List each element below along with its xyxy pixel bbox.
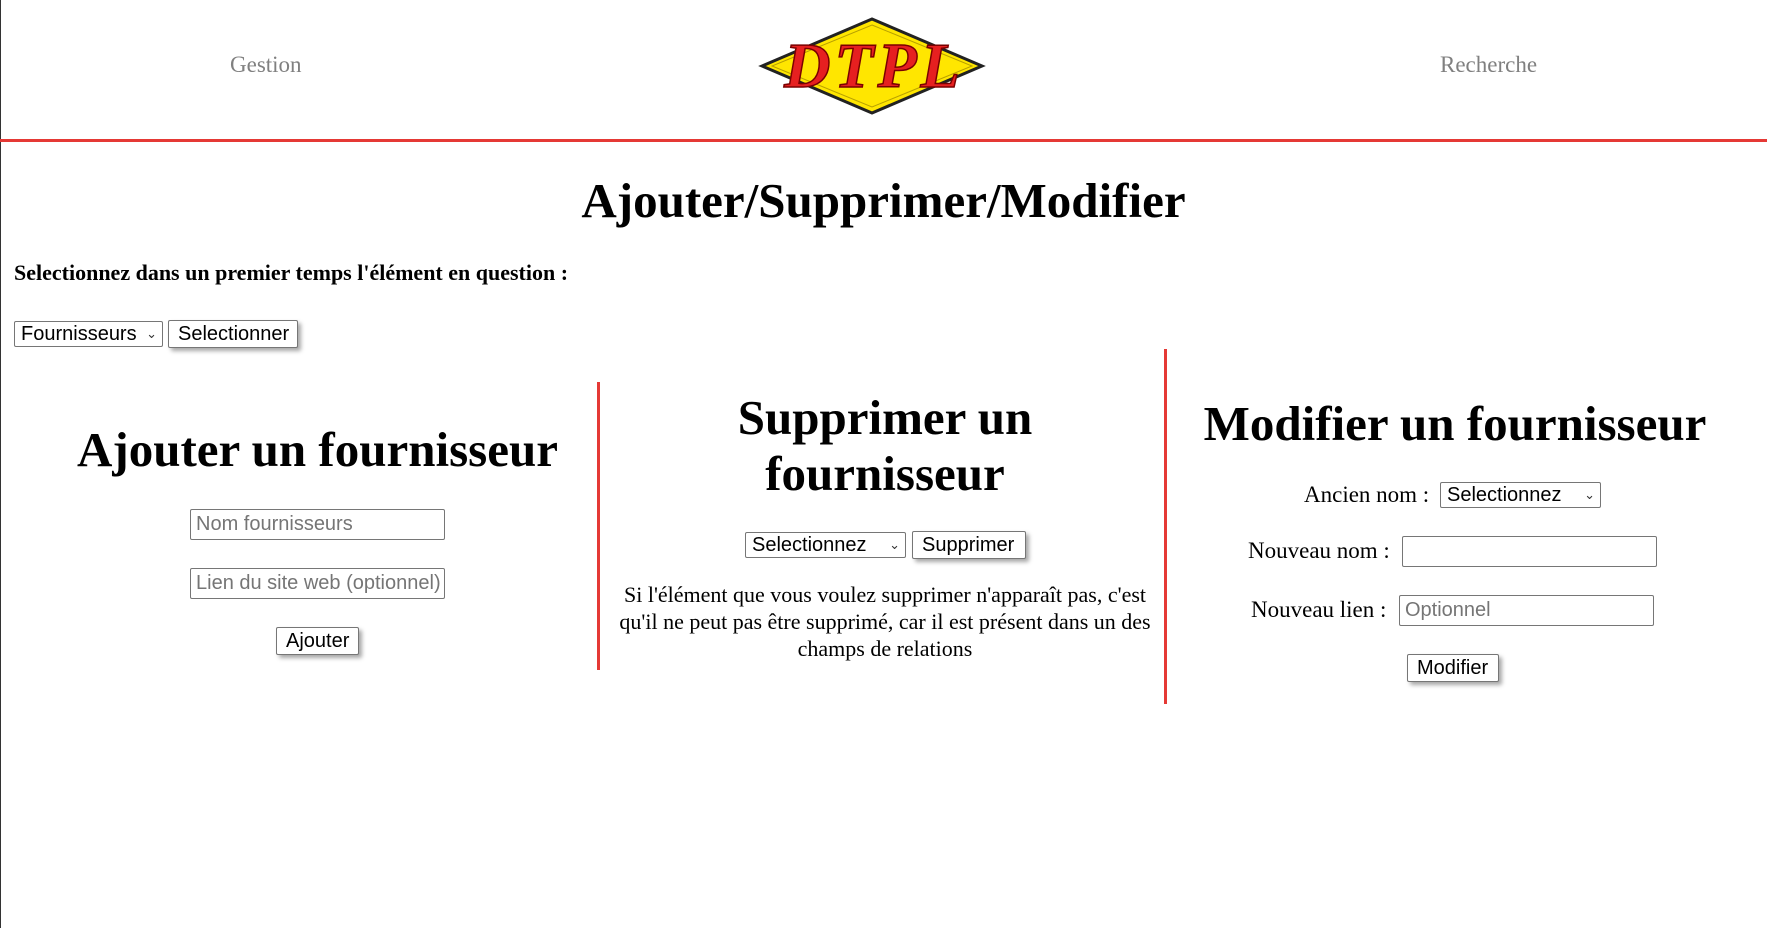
element-type-select[interactable]: Fournisseurs ⌄ — [14, 321, 163, 347]
modify-button[interactable]: Modifier — [1407, 654, 1499, 682]
logo-text: DTPL — [783, 30, 964, 101]
dtpl-logo[interactable]: DTPL — [758, 17, 986, 115]
page-title: Ajouter/Supprimer/Modifier — [581, 173, 1186, 228]
section-divider-right — [1164, 349, 1167, 704]
delete-item-select-value: Selectionnez — [752, 534, 867, 556]
modify-section-title: Modifier un fournisseur — [1203, 396, 1707, 451]
old-name-select-value: Selectionnez — [1447, 484, 1562, 506]
delete-button[interactable]: Supprimer — [912, 531, 1026, 559]
header: Gestion DTPL Recherche — [0, 0, 1767, 140]
add-button[interactable]: Ajouter — [276, 627, 359, 655]
select-element-button[interactable]: Selectionner — [168, 320, 298, 348]
new-name-input[interactable] — [1402, 536, 1657, 567]
header-divider — [0, 139, 1767, 142]
old-name-select[interactable]: Selectionnez ⌄ — [1440, 482, 1601, 508]
instruction-text: Selectionnez dans un premier temps l'élé… — [14, 260, 569, 285]
website-link-placeholder: Lien du site web (optionnel) — [196, 572, 441, 594]
delete-item-select[interactable]: Selectionnez ⌄ — [745, 532, 906, 558]
delete-section-title: Supprimer un fournisseur — [600, 390, 1170, 502]
website-link-input[interactable]: Lien du site web (optionnel) — [190, 568, 445, 599]
delete-section-title-line1: Supprimer un — [737, 390, 1033, 445]
delete-info-note: Si l'élément que vous voulez supprimer n… — [619, 582, 1151, 661]
element-type-select-value: Fournisseurs — [21, 323, 137, 345]
new-link-placeholder: Optionnel — [1405, 599, 1491, 621]
supplier-name-placeholder: Nom fournisseurs — [196, 513, 353, 535]
new-link-input[interactable]: Optionnel — [1399, 595, 1654, 626]
new-name-label: Nouveau nom : — [1248, 538, 1390, 563]
nav-recherche-link[interactable]: Recherche — [1440, 52, 1537, 78]
nav-gestion-link[interactable]: Gestion — [230, 52, 302, 78]
supplier-name-input[interactable]: Nom fournisseurs — [190, 509, 445, 540]
delete-section-title-line2: fournisseur — [765, 446, 1005, 501]
chevron-down-icon: ⌄ — [889, 537, 900, 552]
chevron-down-icon: ⌄ — [1584, 487, 1595, 502]
old-name-label: Ancien nom : — [1304, 482, 1430, 507]
add-section-title: Ajouter un fournisseur — [77, 422, 558, 477]
new-link-label: Nouveau lien : — [1251, 597, 1387, 622]
chevron-down-icon: ⌄ — [146, 326, 157, 341]
